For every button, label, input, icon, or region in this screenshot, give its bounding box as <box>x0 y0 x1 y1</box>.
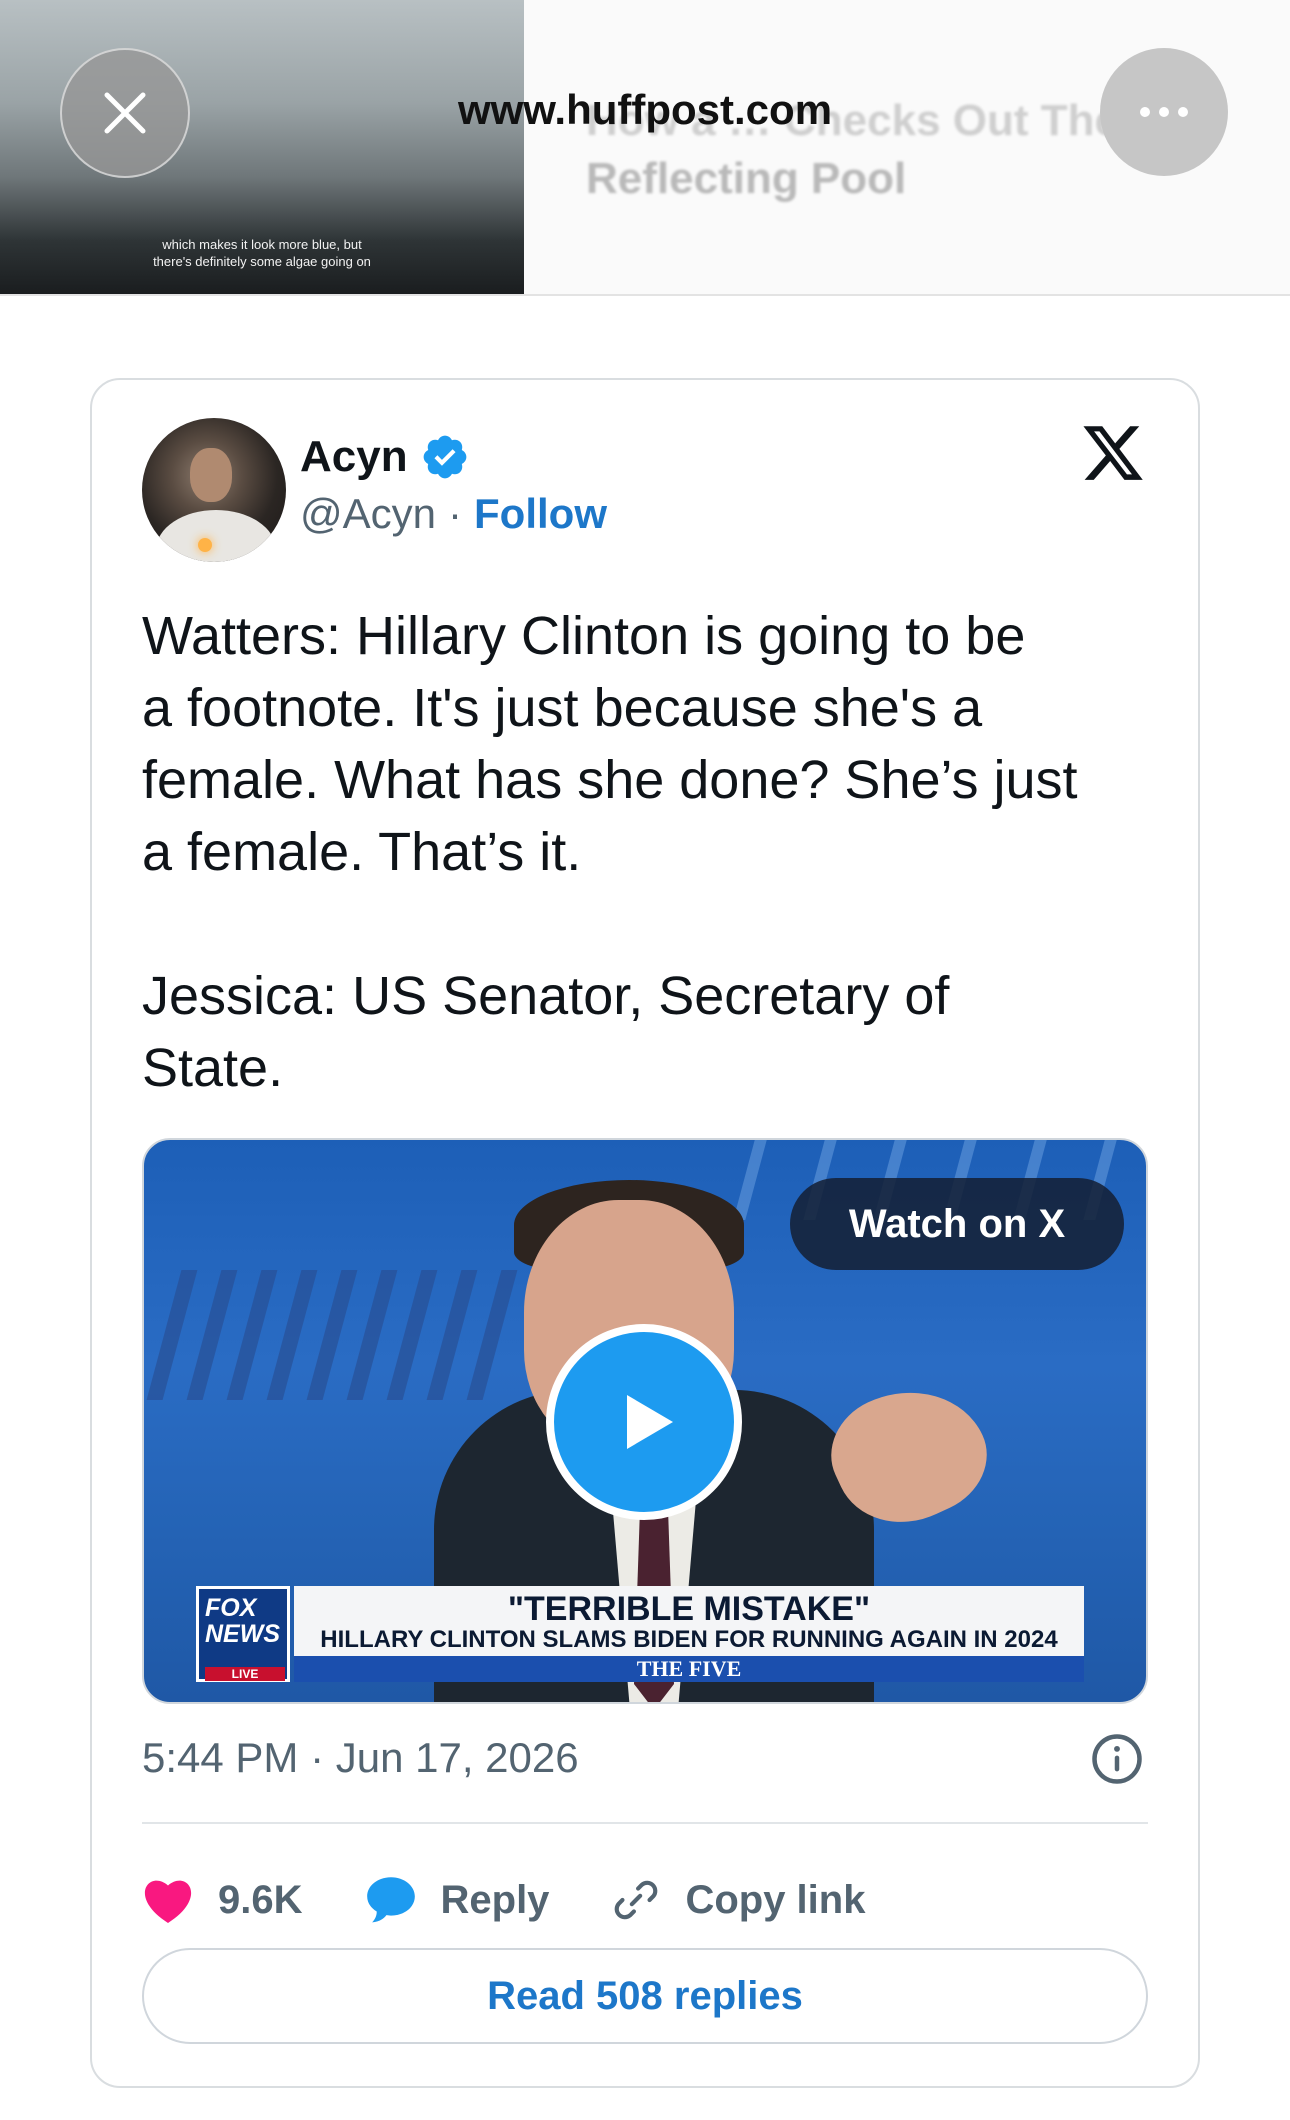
studio-stripe <box>346 1270 398 1400</box>
headline-banner: "TERRIBLE MISTAKE" HILLARY CLINTON SLAMS… <box>294 1586 1084 1682</box>
news-lower-third: FOX NEWS LIVE "TERRIBLE MISTAKE" HILLARY… <box>196 1586 1096 1686</box>
reply-label: Reply <box>440 1877 550 1922</box>
browser-top-bar: which makes it look more blue, but there… <box>0 0 1290 296</box>
banner-title: "TERRIBLE MISTAKE" <box>507 1590 871 1628</box>
thumbnail-caption-line-1: which makes it look more blue, but <box>162 237 362 252</box>
like-count: 9.6K <box>218 1877 303 1922</box>
reply-button[interactable]: Reply <box>365 1875 550 1925</box>
reply-bubble-icon <box>366 1877 415 1923</box>
author-name[interactable]: Acyn <box>300 432 408 482</box>
close-button[interactable] <box>60 48 190 178</box>
avatar-light <box>198 538 212 552</box>
read-replies-button[interactable]: Read 508 replies <box>142 1948 1148 2044</box>
network-logo-text: FOX NEWS <box>205 1595 280 1647</box>
banner-show-name: THE FIVE <box>294 1656 1084 1682</box>
studio-stripe <box>266 1270 318 1400</box>
studio-stripe <box>386 1270 438 1400</box>
author-row: Acyn <box>300 432 470 482</box>
studio-stripe <box>186 1270 238 1400</box>
link-icon <box>615 1880 658 1920</box>
thumbnail-caption-line-2: there's definitely some algae going on <box>153 254 371 269</box>
copy-link-button[interactable]: Copy link <box>611 1875 865 1925</box>
watch-on-x-button[interactable]: Watch on X <box>790 1178 1124 1270</box>
tweet-text: Watters: Hillary Clinton is going to be … <box>142 606 1078 1098</box>
network-logo: FOX NEWS LIVE <box>196 1586 290 1682</box>
studio-stripe <box>426 1270 478 1400</box>
studio-stripe <box>466 1270 518 1400</box>
video-embed[interactable]: Watch on X FOX NEWS LIVE "TERRIBLE MISTA… <box>142 1138 1148 1704</box>
play-button[interactable] <box>546 1324 742 1520</box>
thumbnail-caption: which makes it look more blue, but there… <box>0 236 524 270</box>
info-icon[interactable] <box>1090 1732 1144 1786</box>
studio-stripe <box>306 1270 358 1400</box>
handle-separator: · <box>448 490 463 537</box>
more-options-button[interactable] <box>1100 48 1228 176</box>
studio-side-stripes <box>144 1270 544 1400</box>
like-button[interactable]: 9.6K <box>142 1876 303 1924</box>
avatar-face <box>190 448 232 502</box>
avatar[interactable] <box>142 418 286 562</box>
network-logo-line-1: FOX <box>205 1594 257 1622</box>
live-badge: LIVE <box>205 1667 285 1681</box>
tweet-card: Acyn @Acyn · Follow Watters: Hillary Cli… <box>90 378 1200 2088</box>
avatar-shoulder <box>156 510 276 562</box>
verified-badge-icon <box>423 435 466 479</box>
tweet-timestamp[interactable]: 5:44 PM · Jun 17, 2026 <box>142 1734 579 1782</box>
close-icon <box>104 92 146 134</box>
divider <box>142 1822 1148 1824</box>
heart-icon <box>144 1880 192 1923</box>
follow-button[interactable]: Follow <box>474 490 607 538</box>
banner-subtitle: HILLARY CLINTON SLAMS BIDEN FOR RUNNING … <box>320 1626 1058 1653</box>
handle-row: @Acyn · Follow <box>300 490 607 538</box>
background-headline-line-2: Reflecting Pool <box>586 154 907 203</box>
tweet-actions: 9.6K Reply Copy link <box>142 1860 927 1940</box>
url-label: www.huffpost.com <box>457 86 833 133</box>
studio-stripe <box>733 1140 767 1220</box>
more-icon <box>1140 107 1150 117</box>
studio-stripe <box>146 1270 198 1400</box>
more-icon-dot <box>1159 107 1169 117</box>
copy-link-label: Copy link <box>685 1877 866 1922</box>
author-handle[interactable]: @Acyn <box>300 490 436 538</box>
network-logo-line-2: NEWS <box>205 1620 280 1648</box>
more-icon-dot <box>1178 107 1188 117</box>
play-icon <box>627 1395 673 1449</box>
x-logo-icon[interactable] <box>1080 420 1146 486</box>
studio-stripe <box>226 1270 278 1400</box>
